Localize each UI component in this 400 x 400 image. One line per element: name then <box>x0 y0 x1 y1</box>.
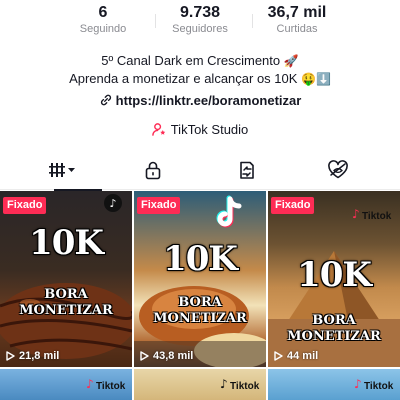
grid-icon <box>49 163 75 177</box>
video-tile[interactable]: Fixado 10K BORA MONETIZAR 43,8 mil <box>134 191 266 367</box>
profile-stats: 6 Seguindo 9.738 Seguidores 36,7 mil Cur… <box>0 4 400 40</box>
view-count: 43,8 mil <box>140 350 193 362</box>
pinned-badge: Fixado <box>3 197 47 214</box>
video-tile[interactable]: Fixado ♪ 10K BORA MONETIZAR 21,8 mil <box>0 191 132 367</box>
tab-reposts[interactable] <box>197 150 297 190</box>
svg-text:♪: ♪ <box>86 377 94 391</box>
video-tile[interactable]: ♪ Tiktok <box>0 369 132 400</box>
followers-stat[interactable]: 9.738 Seguidores <box>145 4 255 37</box>
lock-icon <box>145 161 161 180</box>
svg-text:Tiktok: Tiktok <box>362 211 392 222</box>
play-icon <box>6 351 15 361</box>
tiktok-logo-icon: ♪ Tiktok <box>352 207 392 222</box>
followers-label: Seguidores <box>172 23 228 35</box>
view-count: 21,8 mil <box>6 350 59 362</box>
video-subtitle-2: MONETIZAR <box>153 311 247 326</box>
video-tile[interactable]: Fixado ♪ Tiktok 10K BORA MONETIZAR 44 mi… <box>268 191 400 367</box>
tiktok-studio-button[interactable]: TikTok Studio <box>0 121 400 138</box>
repost-icon <box>240 161 254 179</box>
tab-private[interactable] <box>103 150 203 190</box>
video-subtitle-1: BORA <box>178 295 222 310</box>
video-subtitle-2: MONETIZAR <box>19 303 113 318</box>
video-tile[interactable]: ♪ Tiktok <box>268 369 400 400</box>
svg-text:♪: ♪ <box>354 377 362 391</box>
video-title: 10K <box>297 255 372 295</box>
rocket-icon: 🚀 <box>283 54 299 68</box>
view-count-text: 44 mil <box>287 350 319 362</box>
following-stat[interactable]: 6 Seguindo <box>48 4 158 37</box>
tiktok-studio-label: TikTok Studio <box>170 122 249 137</box>
profile-bio: 5º Canal Dark em Crescimento 🚀 Aprenda a… <box>0 52 400 88</box>
tiktok-logo-icon: ♪ Tiktok <box>86 377 126 392</box>
video-subtitle-1: BORA <box>312 313 356 328</box>
bio-link-text: https://linktr.ee/boramonetizar <box>115 93 302 108</box>
video-grid: Fixado ♪ 10K BORA MONETIZAR 21,8 mil Fix… <box>0 191 400 400</box>
money-face-icon: 🤑⬇️ <box>301 72 331 86</box>
pinned-badge: Fixado <box>271 197 315 214</box>
bio-link[interactable]: https://linktr.ee/boramonetizar <box>0 92 400 109</box>
video-tile[interactable]: ♪ Tiktok <box>134 369 266 400</box>
tiktok-logo-icon: ♪ Tiktok <box>354 377 394 392</box>
following-count: 6 <box>98 4 108 21</box>
likes-count: 36,7 mil <box>267 4 327 21</box>
pinned-badge: Fixado <box>137 197 181 214</box>
bio-line-1-text: 5º Canal Dark em Crescimento <box>101 53 281 68</box>
video-title: 10K <box>29 223 104 263</box>
tiktok-logo-icon: ♪ <box>104 194 122 212</box>
followers-count: 9.738 <box>179 4 221 21</box>
svg-text:Tiktok: Tiktok <box>96 381 126 392</box>
profile-tabs <box>0 150 400 191</box>
play-icon <box>274 351 283 361</box>
studio-icon <box>151 123 165 136</box>
following-label: Seguindo <box>79 23 127 35</box>
video-title: 10K <box>163 239 238 279</box>
tiktok-logo-icon <box>216 195 242 228</box>
bio-line-2: Aprenda a monetizar e alcançar os 10K 🤑⬇… <box>0 70 400 88</box>
tab-liked[interactable] <box>288 150 388 190</box>
svg-text:♪: ♪ <box>109 197 116 210</box>
view-count: 44 mil <box>274 350 318 362</box>
tiktok-logo-icon: ♪ Tiktok <box>220 377 260 392</box>
likes-stat[interactable]: 36,7 mil Curtidas <box>242 4 352 37</box>
video-subtitle-2: MONETIZAR <box>287 329 381 344</box>
svg-text:♪: ♪ <box>352 207 360 221</box>
link-icon <box>100 94 111 106</box>
svg-text:Tiktok: Tiktok <box>364 381 394 392</box>
likes-label: Curtidas <box>276 23 318 35</box>
tab-videos[interactable] <box>14 150 114 191</box>
svg-text:♪: ♪ <box>220 377 228 391</box>
bio-line-1: 5º Canal Dark em Crescimento 🚀 <box>0 52 400 70</box>
view-count-text: 43,8 mil <box>153 350 194 362</box>
bio-line-2-text: Aprenda a monetizar e alcançar os 10K <box>69 71 298 86</box>
heart-hidden-icon <box>328 160 348 179</box>
svg-text:Tiktok: Tiktok <box>230 381 260 392</box>
video-subtitle-1: BORA <box>44 287 88 302</box>
view-count-text: 21,8 mil <box>19 350 60 362</box>
play-icon <box>140 351 149 361</box>
